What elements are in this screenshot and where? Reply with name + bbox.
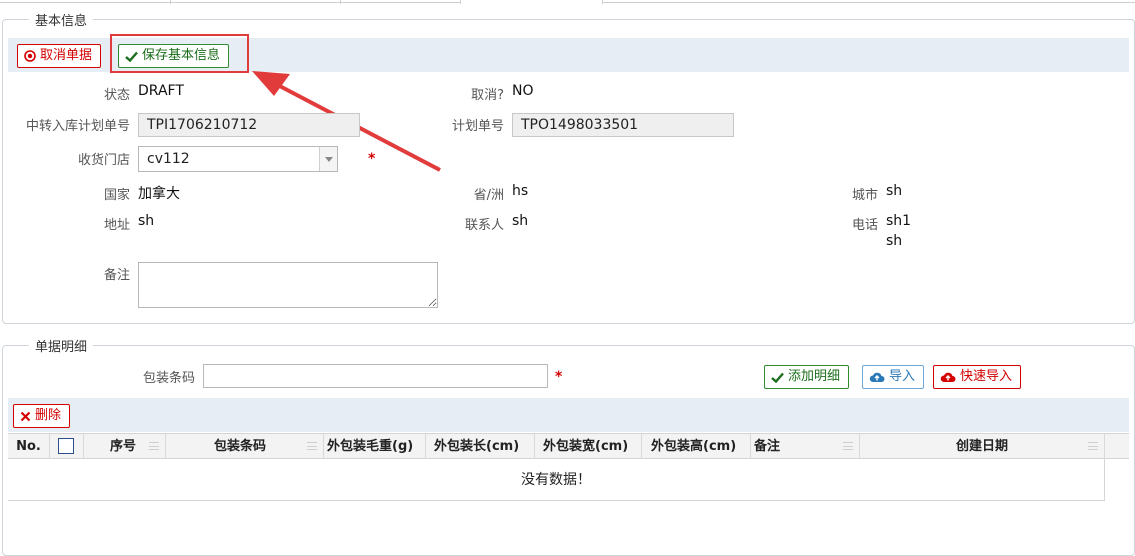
barcode-input[interactable] <box>203 364 548 388</box>
column-menu-icon[interactable] <box>1088 442 1098 450</box>
country-label: 国家 <box>103 188 130 203</box>
column-header-length-label: 外包装长(cm) <box>434 439 520 454</box>
grid-empty-message: 没有数据！ <box>8 459 1105 501</box>
province-label: 省/洲 <box>473 188 504 203</box>
column-header-length[interactable]: 外包装长(cm) <box>426 434 535 459</box>
delete-button[interactable]: 删除 <box>13 404 71 428</box>
city-label: 城市 <box>851 188 878 203</box>
column-header-gross-weight[interactable]: 外包装毛重(g) <box>324 434 426 459</box>
column-header-width[interactable]: 外包装宽(cm) <box>535 434 642 459</box>
column-header-width-label: 外包装宽(cm) <box>543 439 629 454</box>
import-label: 导入 <box>889 369 916 384</box>
quick-import-button[interactable]: 快速导入 <box>933 365 1022 389</box>
column-menu-icon[interactable] <box>307 442 317 450</box>
column-menu-icon[interactable] <box>149 442 159 450</box>
transfer-plan-label: 中转入库计划单号 <box>25 119 130 134</box>
city-value: sh <box>886 183 903 199</box>
address-value: sh <box>138 213 155 229</box>
remark-label: 备注 <box>103 268 130 283</box>
remark-textarea[interactable] <box>138 262 438 308</box>
cloud-upload-icon <box>940 371 956 383</box>
column-header-no: No. <box>8 434 50 459</box>
plan-no-label: 计划单号 <box>451 119 504 134</box>
close-x-icon <box>20 411 31 422</box>
column-header-barcode[interactable]: 包装条码 <box>166 434 324 459</box>
column-header-barcode-label: 包装条码 <box>214 439 267 454</box>
column-header-created-date[interactable]: 创建日期 <box>860 434 1105 459</box>
phone-value-line-1: sh1 <box>886 213 912 229</box>
phone-label: 电话 <box>851 218 878 233</box>
chevron-down-icon[interactable] <box>319 147 337 171</box>
address-label: 地址 <box>103 218 130 233</box>
column-header-seq-label: 序号 <box>110 439 137 454</box>
phone-value-line-2: sh <box>886 233 903 249</box>
import-button[interactable]: 导入 <box>862 365 925 389</box>
transfer-plan-field[interactable]: TPI1706210712 <box>138 113 360 137</box>
status-label: 状态 <box>103 88 130 103</box>
detail-legend: 单据明细 <box>35 340 88 355</box>
column-header-seq[interactable]: 序号 <box>84 434 166 459</box>
cloud-upload-icon <box>869 371 885 383</box>
status-value: DRAFT <box>138 83 184 99</box>
barcode-label: 包装条码 <box>142 371 195 386</box>
checkmark-icon <box>771 372 784 383</box>
column-header-height[interactable]: 外包装高(cm) <box>642 434 751 459</box>
column-header-created-date-label: 创建日期 <box>955 439 1008 454</box>
province-value: hs <box>512 183 529 199</box>
contact-label: 联系人 <box>464 218 504 233</box>
column-menu-icon[interactable] <box>843 442 853 450</box>
column-header-remark-label: 备注 <box>754 439 781 454</box>
delete-label: 删除 <box>35 408 62 423</box>
detail-toolbar <box>8 398 1129 432</box>
plan-no-field[interactable]: TPO1498033501 <box>512 113 734 137</box>
store-select-value: cv112 <box>147 151 190 167</box>
column-header-height-label: 外包装高(cm) <box>651 439 737 454</box>
cancelled-label: 取消? <box>471 88 504 103</box>
quick-import-label: 快速导入 <box>960 369 1013 384</box>
column-header-remark[interactable]: 备注 <box>751 434 860 459</box>
contact-value: sh <box>512 213 529 229</box>
country-value: 加拿大 <box>138 186 180 202</box>
column-header-select-all <box>50 434 84 459</box>
barcode-required-mark: * <box>555 369 563 385</box>
select-all-checkbox[interactable] <box>58 438 74 454</box>
add-detail-button[interactable]: 添加明细 <box>764 365 850 389</box>
column-header-gross-weight-label: 外包装毛重(g) <box>327 439 414 454</box>
cancelled-value: NO <box>512 83 534 99</box>
required-mark: * <box>368 151 376 167</box>
store-select[interactable]: cv112 <box>138 146 338 172</box>
grid-header: No. 序号 包装条码 外包装毛重(g) 外包装长(cm) 外包装宽(cm) 外… <box>8 433 1129 459</box>
add-detail-label: 添加明细 <box>788 369 841 384</box>
store-label: 收货门店 <box>77 153 130 168</box>
